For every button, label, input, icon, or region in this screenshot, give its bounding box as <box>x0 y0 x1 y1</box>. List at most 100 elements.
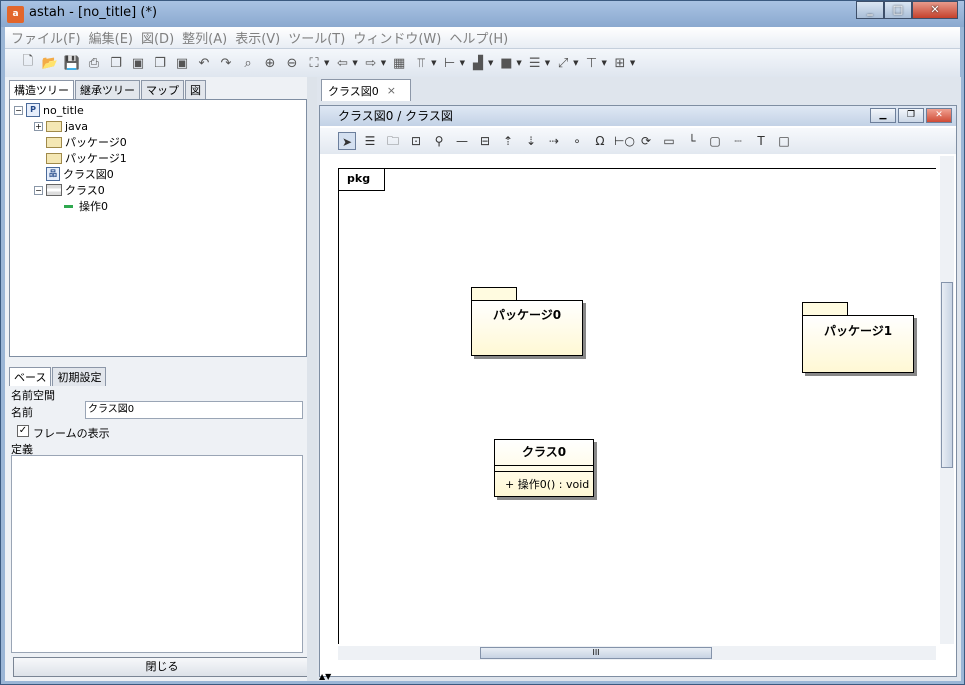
dropdown-arrow-icon[interactable]: ▼ <box>381 59 386 67</box>
fill-color-icon[interactable]: ■ <box>497 54 515 72</box>
tree-item-class0[interactable]: − クラス0 <box>34 182 105 198</box>
tree-item-operation0[interactable]: 操作0 <box>60 198 108 214</box>
dropdown-arrow-icon[interactable]: ▼ <box>431 59 436 67</box>
copy-alt-icon[interactable]: ❐ <box>151 54 169 72</box>
paste-alt-icon[interactable]: ▣ <box>173 54 191 72</box>
open-folder-icon[interactable]: 📂 <box>41 54 59 72</box>
new-file-icon[interactable]: 🗋 <box>19 54 37 72</box>
undo-icon[interactable]: ↶ <box>195 54 213 72</box>
interface-realization-icon[interactable]: Ω <box>591 132 609 150</box>
layout-tree-icon[interactable]: ⊤ <box>583 54 601 72</box>
tree-item-java[interactable]: + java <box>34 118 88 134</box>
fit-window-icon[interactable]: ⛶ <box>305 54 323 72</box>
association-tool-icon[interactable]: — <box>453 132 471 150</box>
menu-view[interactable]: 表示(V) <box>235 28 280 47</box>
class-shape[interactable]: クラス0 + 操作0() : void <box>494 439 594 497</box>
text-tool-icon[interactable]: T <box>752 132 770 150</box>
dropdown-arrow-icon[interactable]: ▼ <box>488 59 493 67</box>
tab-initial-settings[interactable]: 初期設定 <box>52 367 107 386</box>
forward-icon[interactable]: ⇨ <box>362 54 380 72</box>
menu-diagram[interactable]: 図(D) <box>141 28 174 47</box>
realization-icon[interactable]: ⇣ <box>522 132 540 150</box>
usage-icon[interactable]: ∘ <box>568 132 586 150</box>
note-anchor-icon[interactable]: ┈ <box>729 132 747 150</box>
menu-file[interactable]: ファイル(F) <box>11 28 81 47</box>
collapse-toggle-icon[interactable]: ▲▼ <box>319 672 331 681</box>
rectangle-tool-icon[interactable]: □ <box>775 132 793 150</box>
tree-item-class-diagram[interactable]: 品 クラス図0 <box>46 166 114 182</box>
line-style-icon[interactable]: ☰ <box>526 54 544 72</box>
zoom-icon[interactable]: ⌕ <box>239 54 257 72</box>
diagram-restore-button[interactable]: ❐ <box>898 108 924 123</box>
menu-help[interactable]: ヘルプ(H) <box>449 28 508 47</box>
association-class-icon[interactable]: ⊟ <box>476 132 494 150</box>
tree-item-root[interactable]: − P no_title <box>14 102 84 118</box>
comment-icon[interactable]: ▢ <box>706 132 724 150</box>
tab-base[interactable]: ベース <box>9 367 52 386</box>
entity-icon[interactable]: ▭ <box>660 132 678 150</box>
horizontal-scroll-thumb[interactable]: III <box>480 647 712 659</box>
diagram-close-button[interactable]: ✕ <box>926 108 952 123</box>
align-top-icon[interactable]: ⫪ <box>412 54 430 72</box>
zoom-out-icon[interactable]: ⊖ <box>283 54 301 72</box>
vertical-scroll-thumb[interactable] <box>941 282 953 468</box>
subsystem-tool-icon[interactable]: ⊡ <box>407 132 425 150</box>
zoom-in-icon[interactable]: ⊕ <box>261 54 279 72</box>
dropdown-arrow-icon[interactable]: ▼ <box>545 59 550 67</box>
menu-align[interactable]: 整列(A) <box>182 28 227 47</box>
arrange-icon[interactable]: ▟ <box>469 54 487 72</box>
generalization-icon[interactable]: ⇡ <box>499 132 517 150</box>
close-button[interactable]: 閉じる <box>13 657 311 677</box>
interface-tool-icon[interactable]: ⚲ <box>430 132 448 150</box>
dropdown-arrow-icon[interactable]: ▼ <box>324 59 329 67</box>
show-frame-checkbox[interactable]: ✓ <box>17 425 29 437</box>
expand-icon[interactable]: + <box>34 121 43 131</box>
redo-icon[interactable]: ↷ <box>217 54 235 72</box>
tab-diagram[interactable]: 図 <box>185 80 206 99</box>
close-window-button[interactable]: ✕ <box>912 1 958 19</box>
tree-item-package0[interactable]: パッケージ0 <box>46 134 127 150</box>
select-arrow-icon[interactable]: ➤ <box>338 132 356 150</box>
dropdown-arrow-icon[interactable]: ▼ <box>630 59 635 67</box>
diagram-canvas[interactable]: pkg パッケージ0 パッケージ1 クラス0 + 操作0() : void <box>338 168 936 644</box>
diagram-minimize-button[interactable]: ▁ <box>870 108 896 123</box>
menu-tools[interactable]: ツール(T) <box>288 28 345 47</box>
menu-edit[interactable]: 編集(E) <box>89 28 133 47</box>
tab-structure-tree[interactable]: 構造ツリー <box>9 80 74 99</box>
dropdown-arrow-icon[interactable]: ▼ <box>602 59 607 67</box>
name-field[interactable]: クラス図0 <box>85 401 303 419</box>
tree-item-package1[interactable]: パッケージ1 <box>46 150 127 166</box>
close-tab-icon[interactable]: × <box>387 84 396 97</box>
line-type-icon[interactable]: ⤢ <box>554 54 572 72</box>
definition-textarea[interactable] <box>11 455 303 653</box>
collapse-icon[interactable]: − <box>14 105 23 115</box>
save-icon[interactable]: 💾 <box>63 54 81 72</box>
align-left-icon[interactable]: ⊢ <box>441 54 459 72</box>
grid-icon[interactable]: ▦ <box>390 54 408 72</box>
tab-inheritance-tree[interactable]: 継承ツリー <box>75 80 140 99</box>
note-tool-icon[interactable]: └ <box>683 132 701 150</box>
copy-icon[interactable]: ❐ <box>107 54 125 72</box>
dependency-icon[interactable]: ⇢ <box>545 132 563 150</box>
dropdown-arrow-icon[interactable]: ▼ <box>573 59 578 67</box>
dropdown-arrow-icon[interactable]: ▼ <box>460 59 465 67</box>
dropdown-arrow-icon[interactable]: ▼ <box>352 59 357 67</box>
horizontal-scrollbar[interactable]: III <box>338 646 936 660</box>
menu-window[interactable]: ウィンドウ(W) <box>353 28 441 47</box>
pane-splitter[interactable] <box>307 77 317 681</box>
layout-icon[interactable]: ⊞ <box>611 54 629 72</box>
dropdown-arrow-icon[interactable]: ▼ <box>516 59 521 67</box>
tab-class-diagram0[interactable]: クラス図0 × <box>321 79 411 101</box>
back-icon[interactable]: ⇦ <box>333 54 351 72</box>
boundary-icon[interactable]: ⊢○ <box>614 132 635 150</box>
control-icon[interactable]: ⟳ <box>637 132 655 150</box>
paste-icon[interactable]: ▣ <box>129 54 147 72</box>
collapse-icon[interactable]: − <box>34 185 43 195</box>
print-icon[interactable]: ⎙ <box>85 54 103 72</box>
minimize-button[interactable]: _ <box>856 1 884 19</box>
package-tool-icon[interactable]: 🗀 <box>384 132 402 150</box>
vertical-scrollbar[interactable] <box>940 156 954 644</box>
tab-map[interactable]: マップ <box>141 80 184 99</box>
class-tool-icon[interactable]: ☰ <box>361 132 379 150</box>
maximize-button[interactable]: □ <box>884 1 912 19</box>
